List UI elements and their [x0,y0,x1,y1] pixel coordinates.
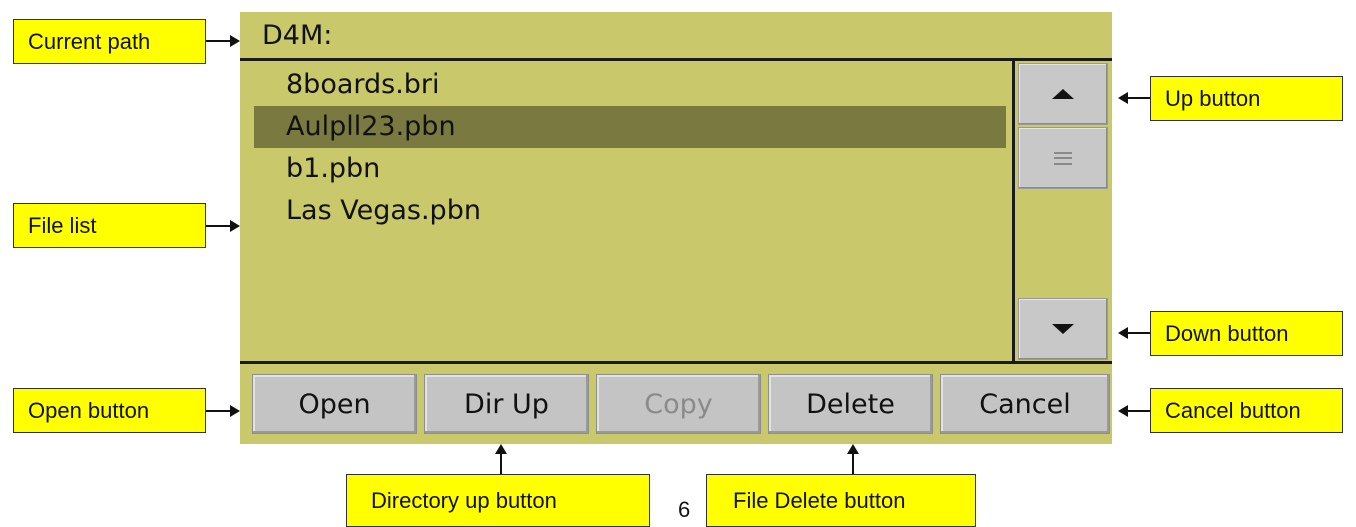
grip-lines-icon [1054,151,1072,165]
divider-vertical [1012,61,1015,361]
callout-current-path: Current path [13,19,206,64]
arrowhead-open-button [230,405,240,417]
file-item[interactable]: b1.pbn [254,148,1006,190]
file-item[interactable]: Las Vegas.pbn [254,190,1006,232]
scroll-down-button[interactable] [1018,298,1108,360]
arrowhead-dir-up [495,444,507,454]
arrow-file-list [206,225,230,227]
arrow-cancel-button [1128,410,1150,412]
callout-cancel-button: Cancel button [1150,388,1343,433]
dir-up-button[interactable]: Dir Up [424,374,589,434]
arrow-delete [852,454,854,474]
arrow-current-path [206,40,230,42]
arrowhead-up-button [1118,92,1128,104]
arrowhead-down-button [1118,327,1128,339]
callout-up-button: Up button [1150,76,1343,121]
arrowhead-cancel-button [1118,405,1128,417]
triangle-down-icon [1052,324,1074,334]
arrow-down-button [1128,332,1150,334]
file-item[interactable]: 8boards.bri [254,64,1006,106]
file-item-selected[interactable]: Aulpll23.pbn [254,106,1006,148]
callout-open-button: Open button [13,388,206,433]
arrow-up-button [1128,97,1150,99]
scroll-up-button[interactable] [1018,63,1108,125]
arrowhead-file-list [230,220,240,232]
divider-bottom [240,361,1112,364]
current-path: D4M: [262,20,333,51]
callout-directory-up-button: Directory up button [346,474,650,527]
arrowhead-current-path [230,35,240,47]
arrow-open-button [206,410,230,412]
arrowhead-delete [847,444,859,454]
callout-file-delete-button: File Delete button [706,474,976,527]
action-bar: Open Dir Up Copy Delete Cancel [252,374,1110,434]
arrow-dir-up [500,454,502,474]
file-list[interactable]: 8boards.bri Aulpll23.pbn b1.pbn Las Vega… [240,61,1012,361]
scroll-thumb[interactable] [1018,127,1108,189]
open-button[interactable]: Open [252,374,417,434]
callout-file-list: File list [13,203,206,248]
copy-button[interactable]: Copy [596,374,761,434]
delete-button[interactable]: Delete [768,374,933,434]
callout-down-button: Down button [1150,311,1343,356]
cancel-button[interactable]: Cancel [940,374,1110,434]
page-number: 6 [678,497,691,522]
file-browser-screen: D4M: 8boards.bri Aulpll23.pbn b1.pbn Las… [240,12,1112,444]
triangle-up-icon [1052,89,1074,99]
